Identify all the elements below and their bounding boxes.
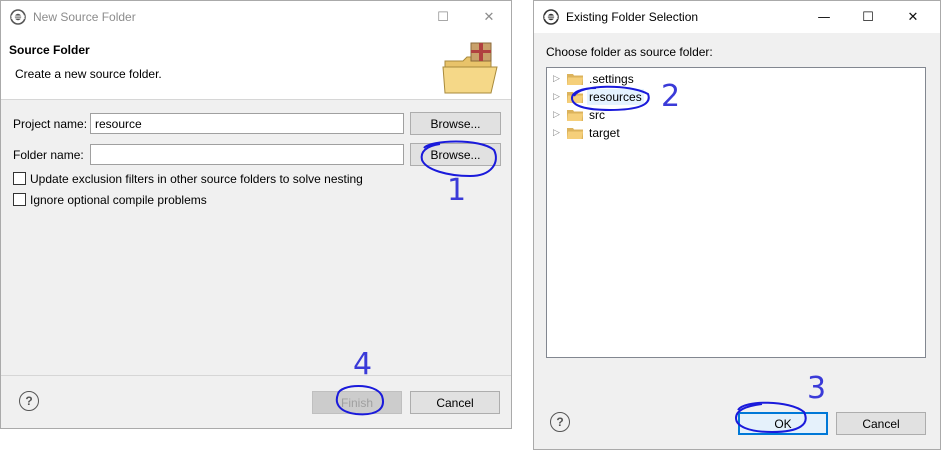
cancel-button[interactable]: Cancel bbox=[410, 391, 500, 414]
close-button[interactable]: ✕ bbox=[467, 1, 511, 33]
annotation-number-1: 1 bbox=[447, 173, 467, 208]
tree-item[interactable]: ▷ .settings bbox=[553, 70, 636, 88]
wizard-header: Source Folder Create a new source folder… bbox=[1, 33, 511, 100]
folder-icon bbox=[567, 110, 583, 121]
update-exclusion-checkbox[interactable] bbox=[13, 172, 26, 185]
annotation-number-2: 2 bbox=[661, 79, 681, 114]
project-name-label: Project name: bbox=[13, 117, 88, 131]
ignore-optional-checkbox[interactable] bbox=[13, 193, 26, 206]
tree-item[interactable]: ▷ target bbox=[553, 124, 622, 142]
ignore-optional-label: Ignore optional compile problems bbox=[30, 193, 207, 207]
tree-item-label: resources bbox=[587, 89, 644, 105]
page-description: Create a new source folder. bbox=[15, 67, 162, 81]
chevron-right-icon[interactable]: ▷ bbox=[553, 128, 565, 138]
cancel-button[interactable]: Cancel bbox=[836, 412, 926, 435]
tree-item-label: src bbox=[589, 108, 605, 122]
tree-item-label: .settings bbox=[589, 72, 634, 86]
maximize-button[interactable]: ☐ bbox=[846, 1, 890, 33]
finish-button[interactable]: Finish bbox=[312, 391, 402, 414]
package-folder-icon bbox=[442, 42, 498, 94]
folder-icon bbox=[567, 128, 583, 139]
eclipse-icon bbox=[10, 9, 26, 25]
eclipse-icon bbox=[543, 9, 559, 25]
folder-tree[interactable]: ▷ .settings ▷ resources ▷ src ▷ target bbox=[546, 67, 926, 358]
new-source-folder-dialog: New Source Folder ☐ ✕ Source Folder Crea… bbox=[0, 0, 512, 429]
folder-name-label: Folder name: bbox=[13, 148, 84, 162]
title-bar: New Source Folder ☐ ✕ bbox=[1, 1, 511, 33]
help-icon[interactable]: ? bbox=[550, 412, 570, 432]
maximize-button[interactable]: ☐ bbox=[421, 1, 465, 33]
page-title: Source Folder bbox=[9, 43, 90, 57]
folder-prompt: Choose folder as source folder: bbox=[546, 45, 713, 59]
ok-button[interactable]: OK bbox=[738, 412, 828, 435]
existing-folder-selection-dialog: Existing Folder Selection — ☐ ✕ Choose f… bbox=[533, 0, 941, 450]
tree-item[interactable]: ▷ src bbox=[553, 106, 607, 124]
annotation-number-4: 4 bbox=[353, 347, 373, 382]
close-button[interactable]: ✕ bbox=[891, 1, 935, 33]
chevron-right-icon[interactable]: ▷ bbox=[553, 74, 565, 84]
window-title: Existing Folder Selection bbox=[566, 10, 699, 24]
help-icon[interactable]: ? bbox=[19, 391, 39, 411]
project-name-field[interactable] bbox=[90, 113, 404, 134]
tree-item[interactable]: ▷ resources bbox=[553, 88, 644, 106]
annotation-number-3: 3 bbox=[807, 371, 827, 406]
chevron-right-icon[interactable]: ▷ bbox=[553, 92, 565, 102]
folder-icon bbox=[567, 92, 583, 103]
update-exclusion-label: Update exclusion filters in other source… bbox=[30, 172, 363, 186]
window-title: New Source Folder bbox=[33, 10, 136, 24]
footer-divider bbox=[1, 375, 511, 376]
minimize-button[interactable]: — bbox=[802, 1, 846, 33]
chevron-right-icon[interactable]: ▷ bbox=[553, 110, 565, 120]
folder-browse-button[interactable]: Browse... bbox=[410, 143, 501, 166]
project-browse-button[interactable]: Browse... bbox=[410, 112, 501, 135]
folder-icon bbox=[567, 74, 583, 85]
tree-item-label: target bbox=[589, 126, 620, 140]
folder-name-field[interactable] bbox=[90, 144, 404, 165]
title-bar: Existing Folder Selection — ☐ ✕ bbox=[534, 1, 940, 33]
